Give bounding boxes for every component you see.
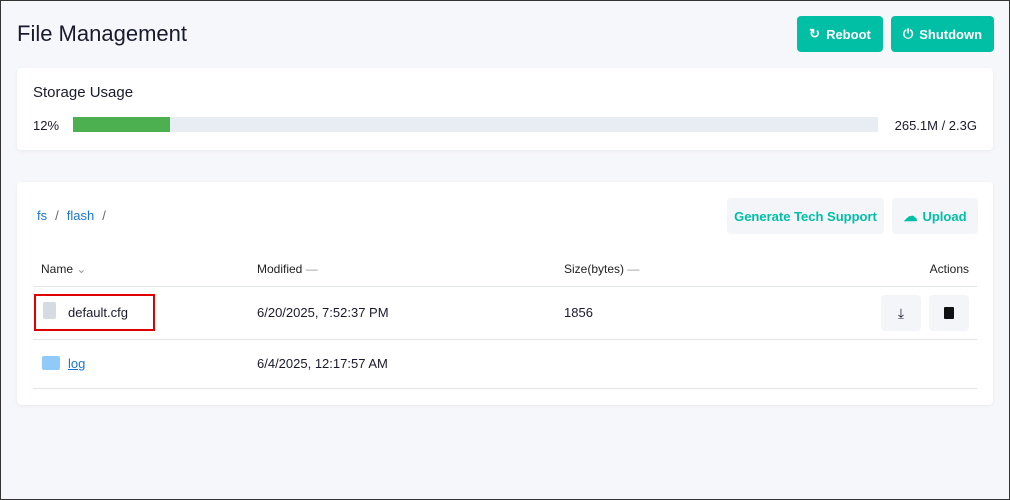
column-modified[interactable]: Modified — xyxy=(257,262,318,276)
download-button[interactable]: ⤓ xyxy=(881,295,921,331)
page-title: File Management xyxy=(17,21,187,46)
column-size[interactable]: Size(bytes) — xyxy=(564,262,639,276)
file-icon xyxy=(43,302,56,319)
power-icon: ⏻ xyxy=(902,26,914,41)
shutdown-button[interactable]: ⏻ Shutdown xyxy=(891,16,994,52)
delete-button[interactable] xyxy=(929,295,969,331)
file-size: 1856 xyxy=(564,305,593,320)
download-icon: ⤓ xyxy=(897,304,905,321)
file-modified: 6/4/2025, 12:17:57 AM xyxy=(257,356,388,371)
generate-tech-support-button[interactable]: Generate Tech Support xyxy=(727,198,884,234)
column-actions: Actions xyxy=(929,262,969,276)
reboot-button[interactable]: ↻ Reboot xyxy=(797,16,883,52)
storage-progress-fill xyxy=(73,117,170,132)
upload-button[interactable]: ☁ Upload xyxy=(892,198,978,234)
breadcrumb: fs / flash / xyxy=(37,208,106,223)
file-name[interactable]: default.cfg xyxy=(68,305,128,320)
storage-percent: 12% xyxy=(33,118,60,133)
storage-progress-bar xyxy=(73,117,878,132)
file-modified: 6/20/2025, 7:52:37 PM xyxy=(257,305,389,320)
storage-total: 265.1M / 2.3G xyxy=(894,118,977,133)
breadcrumb-flash[interactable]: flash xyxy=(67,208,94,223)
reboot-icon: ↻ xyxy=(809,26,821,41)
folder-icon xyxy=(42,356,60,370)
folder-link[interactable]: log xyxy=(68,356,85,371)
chevron-down-icon: ⌄ xyxy=(76,262,87,276)
breadcrumb-fs[interactable]: fs xyxy=(37,208,47,223)
storage-title: Storage Usage xyxy=(33,84,134,101)
file-browser-card: fs / flash / Generate Tech Support ☁ Uplo… xyxy=(17,182,993,405)
trash-icon xyxy=(944,307,954,319)
storage-usage-card: Storage Usage 12% 265.1M / 2.3G xyxy=(17,68,993,150)
cloud-upload-icon: ☁ xyxy=(903,207,918,224)
column-name[interactable]: Name ⌄ xyxy=(41,262,86,276)
